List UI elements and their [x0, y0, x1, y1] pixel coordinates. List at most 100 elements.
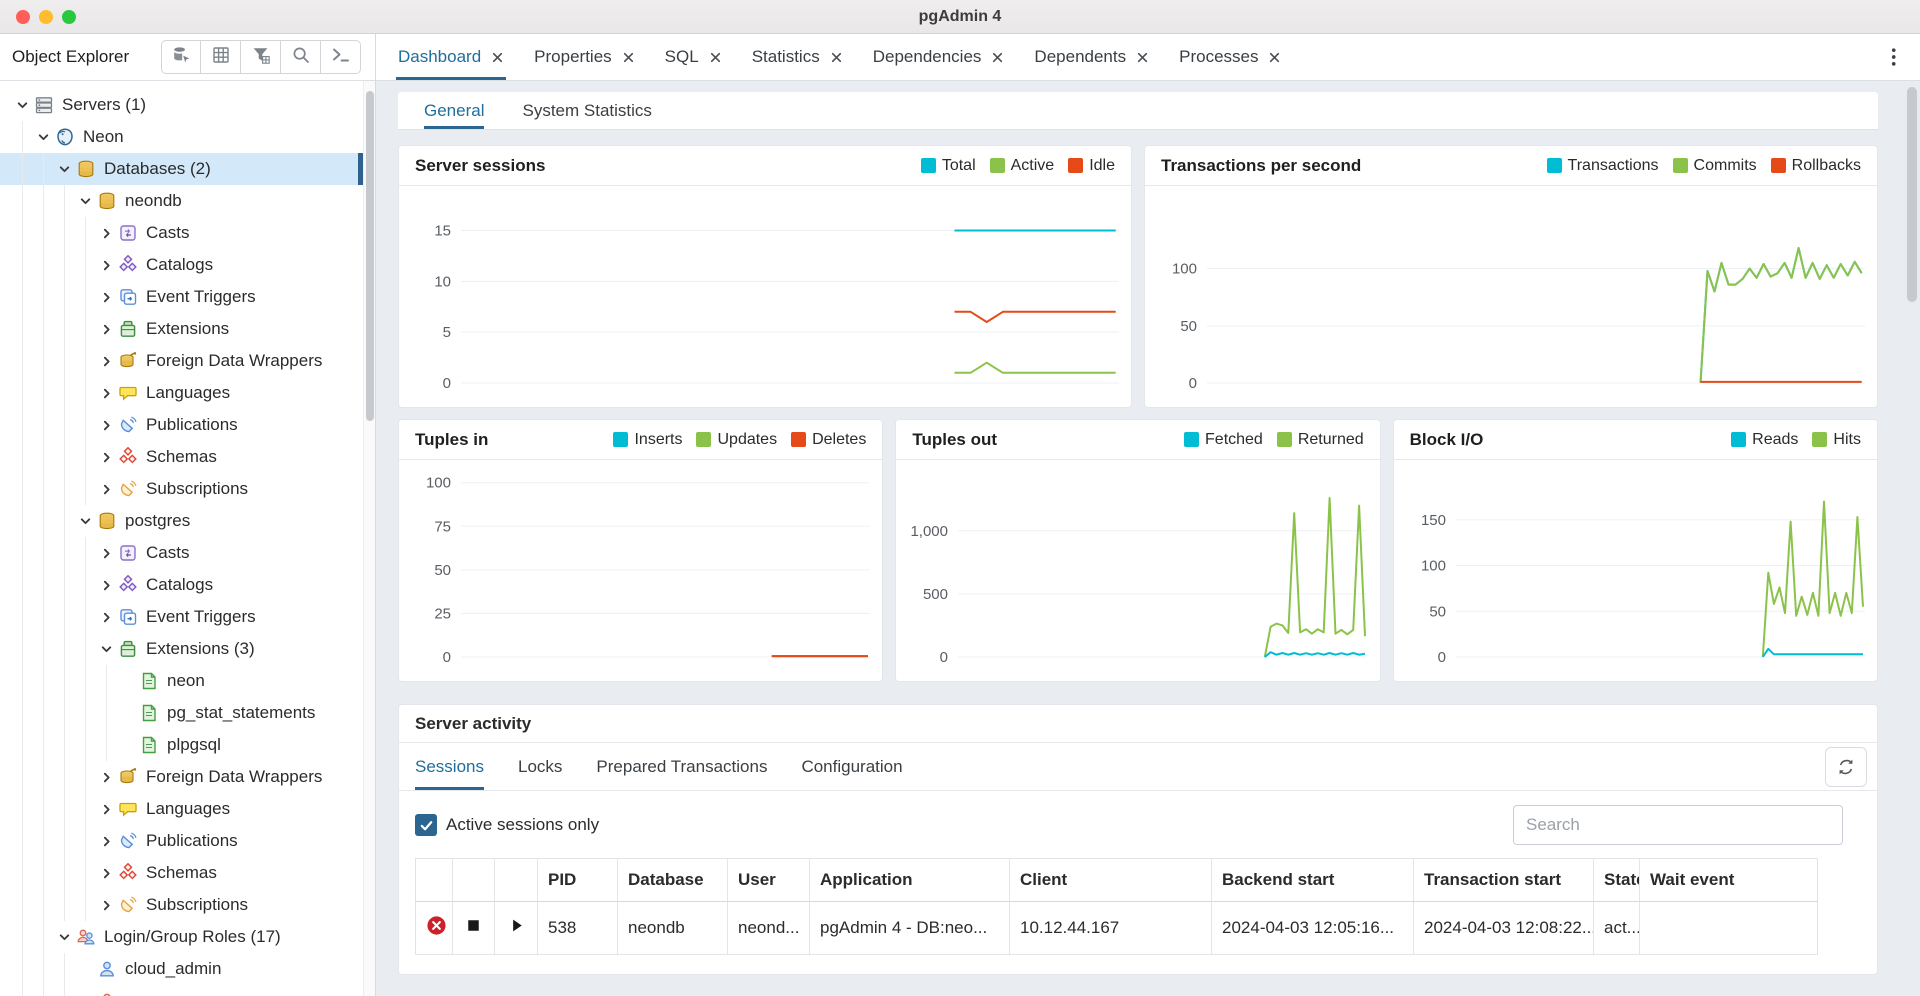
column-header-user[interactable]: User — [728, 859, 810, 902]
close-tab-icon[interactable] — [1268, 51, 1281, 64]
column-header-state[interactable]: State — [1594, 859, 1640, 902]
active-sessions-checkbox[interactable] — [415, 814, 437, 836]
close-tab-icon[interactable] — [991, 51, 1004, 64]
tree-item-extensions[interactable]: Extensions — [0, 313, 363, 345]
chevron-right-icon[interactable] — [98, 449, 114, 465]
chevron-right-icon[interactable] — [98, 801, 114, 817]
tree-item-extensions-3[interactable]: Extensions (3) — [0, 633, 363, 665]
tree-item-catalogs[interactable]: Catalogs — [0, 569, 363, 601]
close-window-button[interactable] — [16, 10, 30, 24]
tree-item-event-triggers[interactable]: Event Triggers — [0, 601, 363, 633]
activity-tab-configuration[interactable]: Configuration — [801, 743, 902, 790]
content-scrollbar-thumb[interactable] — [1907, 87, 1917, 302]
column-header-pid[interactable]: PID — [538, 859, 618, 902]
minimize-window-button[interactable] — [39, 10, 53, 24]
tab-dependents[interactable]: Dependents — [1034, 34, 1149, 80]
chevron-right-icon[interactable] — [98, 289, 114, 305]
grid-toolbar-button[interactable] — [201, 40, 241, 74]
column-header-application[interactable]: Application — [810, 859, 1010, 902]
content-scrollbar[interactable] — [1906, 85, 1918, 996]
tab-sql[interactable]: SQL — [665, 34, 722, 80]
column-header-wait-event[interactable]: Wait event — [1640, 859, 1818, 902]
chevron-right-icon[interactable] — [98, 481, 114, 497]
chevron-right-icon[interactable] — [98, 385, 114, 401]
chevron-right-icon[interactable] — [98, 897, 114, 913]
column-header-database[interactable]: Database — [618, 859, 728, 902]
close-tab-icon[interactable] — [622, 51, 635, 64]
tree-item-foreign-data-wrappers[interactable]: Foreign Data Wrappers — [0, 761, 363, 793]
database-toolbar-button[interactable] — [161, 40, 201, 74]
search-toolbar-button[interactable] — [281, 40, 321, 74]
chevron-right-icon[interactable] — [98, 321, 114, 337]
maximize-window-button[interactable] — [62, 10, 76, 24]
tree-item-servers-1[interactable]: Servers (1) — [0, 89, 363, 121]
tree-item-neon[interactable]: neon — [0, 665, 363, 697]
tree-item-casts[interactable]: Casts — [0, 217, 363, 249]
sidebar-scrollbar-thumb[interactable] — [366, 91, 374, 421]
tab-processes[interactable]: Processes — [1179, 34, 1281, 80]
kebab-menu-icon[interactable] — [1882, 45, 1906, 69]
tree-item-subscriptions[interactable]: Subscriptions — [0, 889, 363, 921]
tab-statistics[interactable]: Statistics — [752, 34, 843, 80]
close-tab-icon[interactable] — [1136, 51, 1149, 64]
tree-item-publications[interactable]: Publications — [0, 409, 363, 441]
tree-item-catalogs[interactable]: Catalogs — [0, 249, 363, 281]
tree-item-casts[interactable]: Casts — [0, 537, 363, 569]
stop-icon[interactable] — [463, 915, 484, 936]
tree-item-cloud-admin[interactable]: cloud_admin — [0, 953, 363, 985]
column-header-client[interactable]: Client — [1010, 859, 1212, 902]
tree-item-pg-stat-statements[interactable]: pg_stat_statements — [0, 697, 363, 729]
chevron-down-icon[interactable] — [77, 193, 93, 209]
tree-item-databases-2[interactable]: Databases (2) — [0, 153, 363, 185]
filter-toolbar-button[interactable] — [241, 40, 281, 74]
chevron-down-icon[interactable] — [77, 513, 93, 529]
refresh-button[interactable] — [1825, 747, 1867, 787]
tree-item-subscriptions[interactable]: Subscriptions — [0, 473, 363, 505]
chevron-down-icon[interactable] — [56, 161, 72, 177]
search-input[interactable] — [1513, 805, 1843, 845]
chevron-right-icon[interactable] — [98, 769, 114, 785]
tree-item-login-group-roles-17[interactable]: Login/Group Roles (17) — [0, 921, 363, 953]
activity-tab-prepared-transactions[interactable]: Prepared Transactions — [596, 743, 767, 790]
chevron-right-icon[interactable] — [98, 577, 114, 593]
chevron-down-icon[interactable] — [98, 641, 114, 657]
chevron-down-icon[interactable] — [14, 97, 30, 113]
close-tab-icon[interactable] — [709, 51, 722, 64]
tree-item-event-triggers[interactable]: Event Triggers — [0, 281, 363, 313]
chevron-right-icon[interactable] — [98, 833, 114, 849]
tree-item-neon[interactable]: Neon — [0, 121, 363, 153]
chevron-right-icon[interactable] — [98, 865, 114, 881]
activity-tab-locks[interactable]: Locks — [518, 743, 562, 790]
close-tab-icon[interactable] — [491, 51, 504, 64]
tree-item-foreign-data-wrappers[interactable]: Foreign Data Wrappers — [0, 345, 363, 377]
tree-item-neon-superuser[interactable]: neon_superuser — [0, 985, 363, 996]
tree-item-publications[interactable]: Publications — [0, 825, 363, 857]
play-icon[interactable] — [506, 915, 527, 936]
tree-item-schemas[interactable]: Schemas — [0, 857, 363, 889]
column-header-backend-start[interactable]: Backend start — [1212, 859, 1414, 902]
tab-properties[interactable]: Properties — [534, 34, 634, 80]
column-header-transaction-start[interactable]: Transaction start — [1414, 859, 1594, 902]
activity-tab-sessions[interactable]: Sessions — [415, 743, 484, 790]
chevron-right-icon[interactable] — [98, 353, 114, 369]
chevron-right-icon[interactable] — [98, 609, 114, 625]
terminal-toolbar-button[interactable] — [321, 40, 361, 74]
tree-item-languages[interactable]: Languages — [0, 377, 363, 409]
tab-dashboard[interactable]: Dashboard — [398, 34, 504, 80]
subtab-system-statistics[interactable]: System Statistics — [522, 92, 651, 129]
tree-item-languages[interactable]: Languages — [0, 793, 363, 825]
tree-item-postgres[interactable]: postgres — [0, 505, 363, 537]
tree-item-schemas[interactable]: Schemas — [0, 441, 363, 473]
close-tab-icon[interactable] — [830, 51, 843, 64]
active-sessions-checkbox-row[interactable]: Active sessions only — [415, 814, 599, 836]
cancel-icon[interactable] — [426, 915, 447, 936]
tree-item-neondb[interactable]: neondb — [0, 185, 363, 217]
chevron-down-icon[interactable] — [35, 129, 51, 145]
chevron-down-icon[interactable] — [56, 929, 72, 945]
chevron-right-icon[interactable] — [98, 225, 114, 241]
tree-item-plpgsql[interactable]: plpgsql — [0, 729, 363, 761]
chevron-right-icon[interactable] — [98, 545, 114, 561]
chevron-right-icon[interactable] — [98, 417, 114, 433]
sidebar-scrollbar[interactable] — [363, 81, 375, 996]
tab-dependencies[interactable]: Dependencies — [873, 34, 1005, 80]
